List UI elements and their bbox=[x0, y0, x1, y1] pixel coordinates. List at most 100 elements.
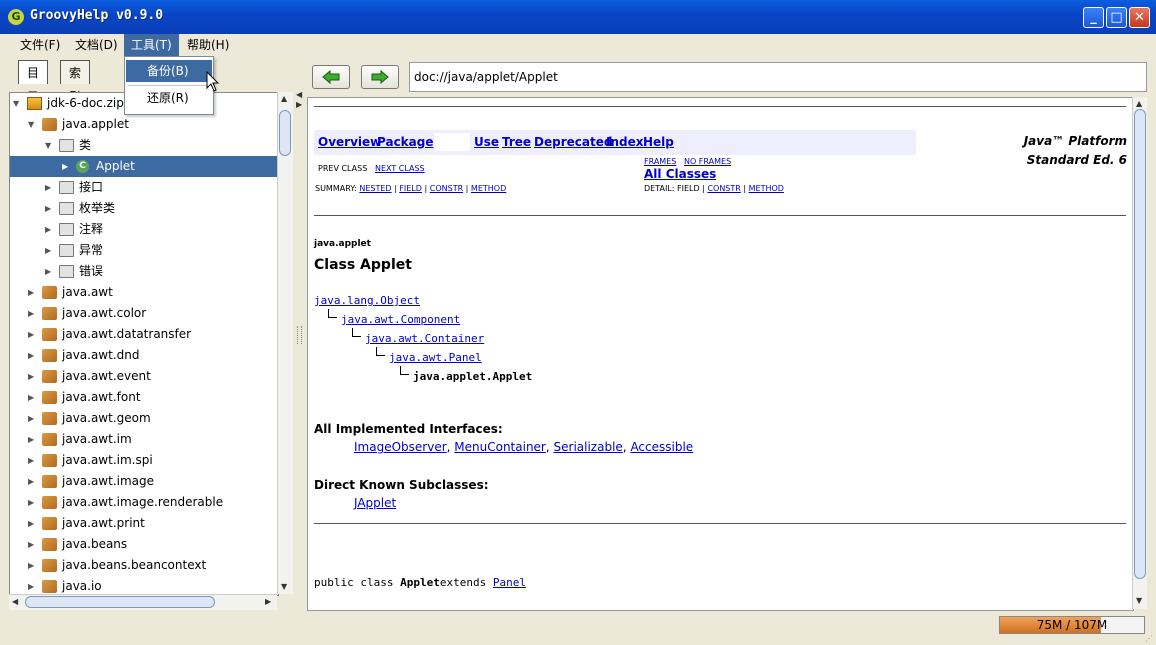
scroll-right-icon[interactable]: ▶ bbox=[265, 597, 271, 606]
hierarchy-object-link[interactable]: java.lang.Object bbox=[314, 294, 420, 307]
collapsed-arrow-icon[interactable]: ▶ bbox=[28, 387, 38, 408]
nav-overview[interactable]: Overview bbox=[318, 135, 381, 149]
tree-node[interactable]: ▶ java.beans bbox=[10, 534, 278, 555]
tree-node[interactable]: ▶ java.awt.image.renderable bbox=[10, 492, 278, 513]
menu-tools[interactable]: 工具(T) bbox=[124, 34, 179, 56]
tree-node[interactable]: ▶ java.awt.event bbox=[10, 366, 278, 387]
nav-use[interactable]: Use bbox=[474, 135, 499, 149]
menu-item-backup[interactable]: 备份(B) bbox=[126, 60, 212, 82]
scroll-up-icon[interactable]: ▲ bbox=[281, 94, 287, 103]
collapsed-arrow-icon[interactable]: ▶ bbox=[28, 408, 38, 429]
tree-node[interactable]: ▶ java.awt.font bbox=[10, 387, 278, 408]
tree-node[interactable]: ▼ java.applet bbox=[10, 114, 278, 135]
all-classes-link[interactable]: All Classes bbox=[644, 167, 716, 181]
collapsed-arrow-icon[interactable]: ▶ bbox=[45, 198, 55, 219]
collapsed-arrow-icon[interactable]: ▶ bbox=[28, 345, 38, 366]
forward-button[interactable] bbox=[361, 65, 399, 89]
collapsed-arrow-icon[interactable]: ▶ bbox=[28, 324, 38, 345]
menu-help[interactable]: 帮助(H) bbox=[180, 34, 236, 56]
hierarchy-panel-link[interactable]: java.awt.Panel bbox=[389, 351, 482, 364]
scroll-down-icon[interactable]: ▼ bbox=[281, 582, 287, 591]
collapsed-arrow-icon[interactable]: ▶ bbox=[28, 492, 38, 513]
nav-index[interactable]: Index bbox=[606, 135, 643, 149]
tree-horizontal-scrollbar[interactable]: ◀ ▶ bbox=[9, 594, 277, 610]
tree-node[interactable]: ▶ 枚举类 bbox=[10, 198, 278, 219]
interface-link[interactable]: ImageObserver bbox=[354, 440, 447, 454]
expanded-arrow-icon[interactable]: ▼ bbox=[13, 93, 23, 114]
collapsed-arrow-icon[interactable]: ▶ bbox=[28, 534, 38, 555]
detail-method-link[interactable]: METHOD bbox=[749, 184, 784, 193]
collapsed-arrow-icon[interactable]: ▶ bbox=[62, 156, 72, 177]
menu-document[interactable]: 文档(D) bbox=[68, 34, 125, 56]
expanded-arrow-icon[interactable]: ▼ bbox=[45, 135, 55, 156]
pane-splitter[interactable]: ◀ ▶ bbox=[294, 90, 304, 612]
tree-node[interactable]: ▶ 注释 bbox=[10, 219, 278, 240]
subclass-link[interactable]: JApplet bbox=[354, 496, 396, 510]
tree-node[interactable]: ▶ java.io bbox=[10, 576, 278, 595]
tree-node[interactable]: ▶ java.awt.im bbox=[10, 429, 278, 450]
tab-index[interactable]: 索引 bbox=[60, 60, 91, 104]
tree-node[interactable]: ▼ 类 bbox=[10, 135, 278, 156]
tree-hscroll-thumb[interactable] bbox=[25, 596, 215, 608]
tree-node[interactable]: ▶ java.awt.geom bbox=[10, 408, 278, 429]
nav-tree[interactable]: Tree bbox=[502, 135, 531, 149]
maximize-button[interactable]: □ bbox=[1106, 7, 1127, 28]
collapsed-arrow-icon[interactable]: ▶ bbox=[28, 282, 38, 303]
expanded-arrow-icon[interactable]: ▼ bbox=[28, 114, 38, 135]
interface-link[interactable]: MenuContainer bbox=[454, 440, 546, 454]
scroll-down-icon[interactable]: ▼ bbox=[1136, 596, 1142, 605]
minimize-button[interactable]: _ bbox=[1083, 7, 1104, 28]
collapse-left-icon[interactable]: ◀ bbox=[296, 90, 302, 99]
address-field[interactable]: doc://java/applet/Applet bbox=[409, 62, 1147, 92]
interface-link[interactable]: Serializable bbox=[554, 440, 623, 454]
contents-tree[interactable]: ▼ jdk-6-doc.zip ▼ java.applet ▼ 类 ▶ C Applet ▶ 接口 ▶… bbox=[9, 92, 279, 596]
tree-node[interactable]: ▶ C Applet bbox=[10, 156, 278, 177]
tree-node[interactable]: ▶ java.awt.color bbox=[10, 303, 278, 324]
tab-contents[interactable]: 目录 bbox=[18, 60, 49, 104]
expand-right-icon[interactable]: ▶ bbox=[296, 100, 302, 109]
nav-help[interactable]: Help bbox=[643, 135, 674, 149]
decl-superclass-link[interactable]: Panel bbox=[493, 576, 526, 589]
tree-node[interactable]: ▶ 接口 bbox=[10, 177, 278, 198]
tree-node[interactable]: ▶ java.awt bbox=[10, 282, 278, 303]
hierarchy-component-link[interactable]: java.awt.Component bbox=[341, 313, 460, 326]
collapsed-arrow-icon[interactable]: ▶ bbox=[45, 240, 55, 261]
tree-node[interactable]: ▶ 异常 bbox=[10, 240, 278, 261]
tree-vertical-scrollbar[interactable]: ▲ ▼ bbox=[277, 92, 293, 594]
tree-node[interactable]: ▶ java.awt.print bbox=[10, 513, 278, 534]
collapsed-arrow-icon[interactable]: ▶ bbox=[28, 303, 38, 324]
collapsed-arrow-icon[interactable]: ▶ bbox=[28, 555, 38, 576]
menu-file[interactable]: 文件(F) bbox=[13, 34, 67, 56]
detail-constr-link[interactable]: CONSTR bbox=[707, 184, 740, 193]
tree-node[interactable]: ▶ 错误 bbox=[10, 261, 278, 282]
tree-node[interactable]: ▶ java.awt.image bbox=[10, 471, 278, 492]
document-scroll-thumb[interactable] bbox=[1134, 109, 1146, 579]
resize-grip-icon[interactable]: ⋰ bbox=[1145, 634, 1153, 643]
splitter-grip[interactable] bbox=[297, 326, 302, 344]
tree-node[interactable]: ▶ java.awt.im.spi bbox=[10, 450, 278, 471]
collapsed-arrow-icon[interactable]: ▶ bbox=[45, 177, 55, 198]
collapsed-arrow-icon[interactable]: ▶ bbox=[28, 450, 38, 471]
tree-node[interactable]: ▶ java.awt.datatransfer bbox=[10, 324, 278, 345]
scroll-up-icon[interactable]: ▲ bbox=[1136, 99, 1142, 108]
nav-deprecated[interactable]: Deprecated bbox=[534, 135, 612, 149]
collapsed-arrow-icon[interactable]: ▶ bbox=[28, 513, 38, 534]
no-frames-link[interactable]: NO FRAMES bbox=[684, 157, 731, 166]
collapsed-arrow-icon[interactable]: ▶ bbox=[28, 471, 38, 492]
back-button[interactable] bbox=[312, 65, 350, 89]
close-button[interactable]: ✕ bbox=[1129, 7, 1150, 28]
document-scrollbar[interactable]: ▲ ▼ bbox=[1132, 97, 1147, 609]
menu-item-restore[interactable]: 还原(R) bbox=[126, 87, 212, 109]
collapsed-arrow-icon[interactable]: ▶ bbox=[28, 576, 38, 595]
collapsed-arrow-icon[interactable]: ▶ bbox=[45, 219, 55, 240]
interface-link[interactable]: Accessible bbox=[630, 440, 693, 454]
summary-method-link[interactable]: METHOD bbox=[471, 184, 506, 193]
summary-field-link[interactable]: FIELD bbox=[399, 184, 422, 193]
tree-node[interactable]: ▶ java.awt.dnd bbox=[10, 345, 278, 366]
frames-link[interactable]: FRAMES bbox=[644, 157, 676, 166]
nav-package[interactable]: Package bbox=[377, 135, 434, 149]
summary-nested-link[interactable]: NESTED bbox=[359, 184, 391, 193]
collapsed-arrow-icon[interactable]: ▶ bbox=[28, 429, 38, 450]
collapsed-arrow-icon[interactable]: ▶ bbox=[28, 366, 38, 387]
collapsed-arrow-icon[interactable]: ▶ bbox=[45, 261, 55, 282]
